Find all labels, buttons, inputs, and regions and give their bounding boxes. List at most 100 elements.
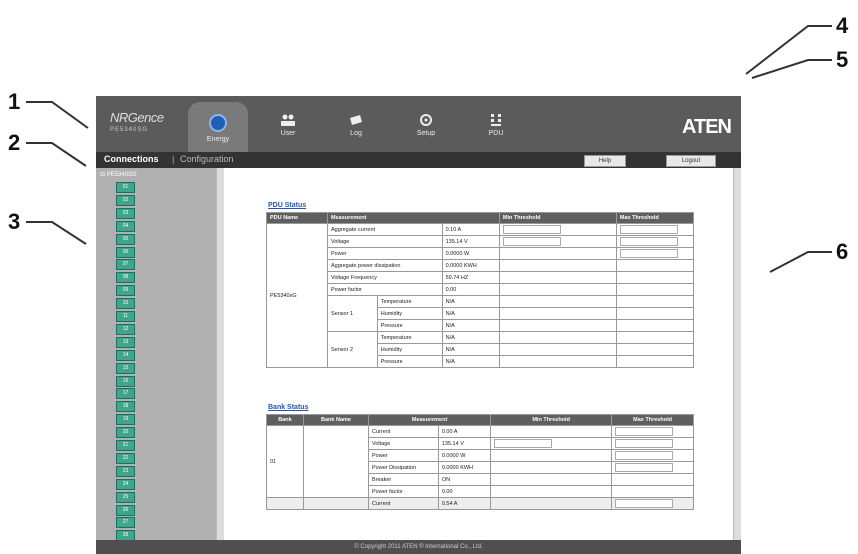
bank-header-name: Bank Name [303,414,369,426]
tab-configuration[interactable]: Configuration [180,154,234,164]
bank-row-value: 0.54 A [437,497,492,510]
sidebar-outlet-item[interactable]: 08 [116,272,135,284]
max-threshold-input[interactable] [619,237,678,246]
sidebar-outlet-item[interactable]: 24 [116,478,135,490]
sidebar-outlet-item[interactable]: 23 [116,465,135,477]
max-threshold-cell [611,473,694,486]
pdu-row-value: 135.14 V [441,235,500,248]
max-threshold-input[interactable] [619,225,678,234]
sensor-row-value: N/A [441,319,500,332]
sidebar-outlet-item[interactable]: 03 [116,207,135,219]
min-threshold-cell [490,461,613,474]
max-threshold-input[interactable] [615,427,674,436]
sidebar-outlet-item[interactable]: 01 [116,182,135,193]
sensor-row-label: Humidity [376,343,443,356]
sidebar-outlet-item[interactable]: 20 [116,427,135,439]
sidebar-outlet-item[interactable]: 07 [116,259,135,271]
sidebar-outlet-item[interactable]: 22 [116,452,135,464]
bank-row-value: ON [437,473,492,486]
min-threshold-cell [498,247,617,260]
bank-header-max: Max Threshold [611,414,694,426]
max-threshold-cell [615,283,695,296]
sensor-row-label: Temperature [376,295,443,308]
max-threshold-cell [615,259,695,272]
sidebar-outlet-item[interactable]: 04 [116,220,135,232]
max-threshold-cell [615,307,695,320]
sidebar-outlet-item[interactable]: 17 [116,388,135,400]
sidebar-outlet-item[interactable]: 21 [116,440,135,451]
min-threshold-cell [498,271,617,284]
bank-row-label: Breaker [368,473,439,486]
min-threshold-input[interactable] [502,225,561,234]
sidebar-outlet-item[interactable]: 16 [116,375,135,387]
sensor-row-value: N/A [441,307,500,320]
brand-model: PE5340SG [110,127,149,133]
tab-log[interactable]: Log [326,102,386,152]
sidebar-outlet-item[interactable]: 11 [116,311,135,322]
max-threshold-input[interactable] [615,499,674,508]
callout-2: 2 [8,130,21,155]
min-threshold-cell [490,437,613,450]
min-threshold-cell [498,283,617,296]
max-threshold-input[interactable] [615,451,674,460]
bank-row-label: Current [368,425,439,438]
pdu-row-label: Power factor [327,283,443,296]
tab-user[interactable]: User [258,102,318,152]
min-threshold-cell [490,485,613,498]
bank-name-cell [303,497,369,510]
max-threshold-cell [611,461,694,474]
sidebar-outlet-item[interactable]: 10 [116,298,135,310]
bank-row-value: 135.14 V [437,437,492,450]
sidebar-outlet-item[interactable]: 09 [116,285,135,297]
max-threshold-cell [615,271,695,284]
bank-id-cell: 01 [266,425,304,498]
sidebar-outlet-item[interactable]: 27 [116,517,135,529]
sensor-row-value: N/A [441,331,500,344]
min-threshold-input[interactable] [502,237,561,246]
main-scrollbar[interactable] [733,168,741,540]
sidebar: ⊟ PE5340SG 01 02 03 04 05 06 07 08 09 10 11 12 13 14 1… [96,168,225,542]
sidebar-outlet-item[interactable]: 15 [116,362,135,374]
pdu-row-value: 0.00 [441,283,500,296]
max-threshold-input[interactable] [615,463,674,472]
min-threshold-input[interactable] [494,439,553,448]
min-threshold-cell [490,425,613,438]
sensor-row-value: N/A [441,295,500,308]
tab-setup-label: Setup [416,130,436,137]
max-threshold-input[interactable] [615,439,674,448]
sidebar-outlet-item[interactable]: 26 [116,504,135,516]
pdu-row-value: 59.74 HZ [441,271,500,284]
top-bar: NRGence PE5340SG Energy User Log Setup P… [96,96,741,152]
max-threshold-cell [615,355,695,368]
sidebar-outlet-item[interactable]: 13 [116,336,135,348]
callout-5: 5 [836,47,849,72]
max-threshold-input[interactable] [619,249,678,258]
min-threshold-cell [498,235,617,248]
min-threshold-cell [498,355,617,368]
tab-energy[interactable]: Energy [188,102,248,152]
logout-button[interactable]: Logout [666,155,716,167]
tab-setup[interactable]: Setup [396,102,456,152]
sidebar-outlet-item[interactable]: 05 [116,233,135,245]
sensor-row-value: N/A [441,343,500,356]
help-button[interactable]: Help [584,155,626,167]
tree-root-pdu[interactable]: ⊟ PE5340SG [100,171,137,178]
bank-row-label: Power Dissipation [368,461,439,474]
pdu-row-label: Aggregate current [327,223,443,236]
pdu-header-max: Max Threshold [615,212,695,224]
max-threshold-cell [611,485,694,498]
pdu-row-label: Aggregate power dissipation [327,259,443,272]
min-threshold-cell [490,449,613,462]
sidebar-outlet-item[interactable]: 02 [116,194,135,206]
sidebar-outlet-item[interactable]: 06 [116,246,135,258]
sidebar-outlet-item[interactable]: 19 [116,414,135,426]
tab-pdu[interactable]: PDU [466,102,526,152]
sidebar-outlet-item[interactable]: 12 [116,323,135,335]
sidebar-outlet-item[interactable]: 14 [116,349,135,361]
bank-row-value: 0.0000 KWH [437,461,492,474]
bank-row-label: Power factor [368,485,439,498]
tab-connections[interactable]: Connections [104,154,159,164]
sensor-row-label: Pressure [376,319,443,332]
sidebar-outlet-item[interactable]: 18 [116,401,135,413]
sidebar-outlet-item[interactable]: 25 [116,491,135,503]
